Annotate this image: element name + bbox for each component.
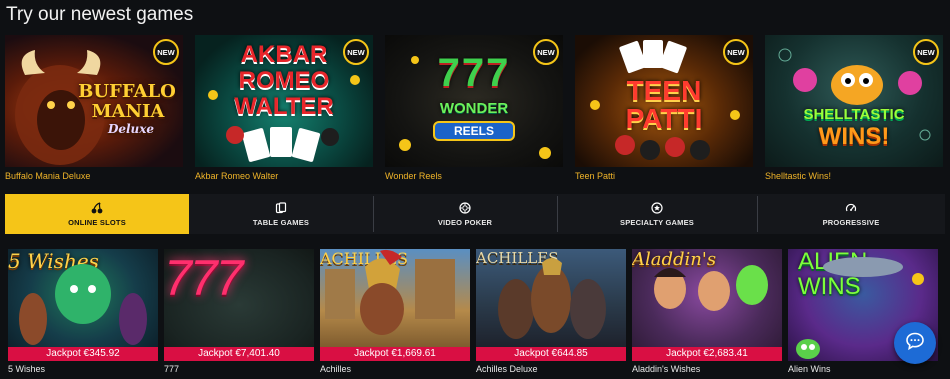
game-label[interactable]: Shelltastic Wins! <box>765 171 943 181</box>
game-label[interactable]: Teen Patti <box>575 171 753 181</box>
genie-art <box>19 264 147 345</box>
game-card-aladdins-wishes[interactable]: Aladdin's Jackpot €2,683.41 Aladdin's Wi… <box>632 249 782 374</box>
game-thumbnail[interactable]: AKBAR ROMEO WALTER NEW <box>195 35 373 167</box>
section-title: Try our newest games <box>6 4 194 25</box>
game-card-achilles-deluxe[interactable]: ACHILLES Jackpot €644.85 Achilles Deluxe <box>476 249 626 374</box>
tab-specialty-games[interactable]: SPECIALTY GAMES <box>557 194 757 234</box>
cherries-icon <box>90 201 104 215</box>
game-label[interactable]: Achilles <box>320 364 470 374</box>
game-card-buffalo-mania-deluxe[interactable]: BUFFALO MANIA Deluxe NEW Buffalo Mania D… <box>5 35 183 185</box>
game-label[interactable]: 5 Wishes <box>8 364 158 374</box>
tab-table-games[interactable]: TABLE GAMES <box>189 194 373 234</box>
game-thumbnail[interactable]: Aladdin's Jackpot €2,683.41 <box>632 249 782 361</box>
tab-progressive[interactable]: PROGRESSIVE <box>757 194 945 234</box>
newest-games-row: BUFFALO MANIA Deluxe NEW Buffalo Mania D… <box>5 35 945 185</box>
art-title: WINS! <box>818 123 890 150</box>
new-badge: NEW <box>723 39 749 65</box>
art-title: PATTI <box>625 103 703 134</box>
game-thumbnail[interactable]: BUFFALO MANIA Deluxe NEW <box>5 35 183 167</box>
game-label[interactable]: 777 <box>164 364 314 374</box>
tab-label: SPECIALTY GAMES <box>620 218 694 227</box>
cards-icon <box>274 201 288 215</box>
art-title: 777 <box>164 250 243 306</box>
star-icon <box>650 201 664 215</box>
game-label[interactable]: Achilles Deluxe <box>476 364 626 374</box>
jackpot-banner: Jackpot €1,669.61 <box>320 347 470 361</box>
warriors-art <box>498 258 606 339</box>
game-thumbnail[interactable]: SHELLTASTIC WINS! NEW <box>765 35 943 167</box>
new-badge: NEW <box>343 39 369 65</box>
game-thumbnail[interactable]: 777 WONDER REELS NEW <box>385 35 563 167</box>
game-card-achilles[interactable]: ACHILLES Jackpot €1,669.61 Achilles <box>320 249 470 374</box>
new-badge: NEW <box>153 39 179 65</box>
category-tabs: ONLINE SLOTS TABLE GAMES VIDEO POKER SPE… <box>5 194 945 234</box>
game-card-wonder-reels[interactable]: 777 WONDER REELS NEW Wonder Reels <box>385 35 563 185</box>
poker-chip-icon <box>458 201 472 215</box>
gauge-icon <box>844 201 858 215</box>
tab-label: PROGRESSIVE <box>822 218 880 227</box>
game-thumbnail[interactable]: 777 Jackpot €7,401.40 <box>164 249 314 361</box>
game-thumbnail[interactable]: TEEN PATTI NEW <box>575 35 753 167</box>
tab-label: VIDEO POKER <box>437 218 493 227</box>
game-thumbnail[interactable]: ACHILLES Jackpot €1,669.61 <box>320 249 470 361</box>
game-label[interactable]: Aladdin's Wishes <box>632 364 782 374</box>
tab-label: ONLINE SLOTS <box>68 218 126 227</box>
aladdin-art <box>654 265 768 311</box>
tab-label: TABLE GAMES <box>252 218 310 227</box>
art-title: Deluxe <box>107 122 155 136</box>
art-title: WONDER <box>439 100 509 117</box>
tab-video-poker[interactable]: VIDEO POKER <box>373 194 557 234</box>
game-thumbnail[interactable]: ACHILLES Jackpot €644.85 <box>476 249 626 361</box>
chat-bubble-icon <box>905 331 925 356</box>
art-title: WALTER <box>234 93 334 120</box>
art-title: BUFFALO <box>78 81 176 102</box>
jackpot-banner: Jackpot €7,401.40 <box>164 347 314 361</box>
art-title: ROMEO <box>238 67 330 94</box>
game-label[interactable]: Alien Wins <box>788 364 938 374</box>
art-title: REELS <box>433 121 515 141</box>
game-card-777[interactable]: 777 Jackpot €7,401.40 777 <box>164 249 314 374</box>
tab-online-slots[interactable]: ONLINE SLOTS <box>5 194 189 234</box>
game-card-teen-patti[interactable]: TEEN PATTI NEW Teen Patti <box>575 35 753 185</box>
art-title: TEEN <box>626 75 702 106</box>
game-card-5-wishes[interactable]: 5 Wishes Jackpot €345.92 5 Wishes <box>8 249 158 374</box>
jackpot-banner: Jackpot €644.85 <box>476 347 626 361</box>
art-title: MANIA <box>91 101 165 122</box>
jackpot-banner: Jackpot €345.92 <box>8 347 158 361</box>
chat-button[interactable] <box>894 322 936 364</box>
game-thumbnail[interactable]: 5 Wishes Jackpot €345.92 <box>8 249 158 361</box>
new-badge: NEW <box>533 39 559 65</box>
jackpot-banner: Jackpot €2,683.41 <box>632 347 782 361</box>
art-title: SHELLTASTIC <box>803 106 905 123</box>
game-label[interactable]: Akbar Romeo Walter <box>195 171 373 181</box>
game-card-akbar-romeo-walter[interactable]: AKBAR ROMEO WALTER NEW Akbar Romeo Walte… <box>195 35 373 185</box>
game-card-shelltastic-wins[interactable]: SHELLTASTIC WINS! NEW Shelltastic Wins! <box>765 35 943 185</box>
new-badge: NEW <box>913 39 939 65</box>
game-label[interactable]: Wonder Reels <box>385 171 563 181</box>
slot-games-row: 5 Wishes Jackpot €345.92 5 Wishes 777 Ja… <box>8 249 943 379</box>
warrior-art <box>325 249 455 335</box>
game-label[interactable]: Buffalo Mania Deluxe <box>5 171 183 181</box>
